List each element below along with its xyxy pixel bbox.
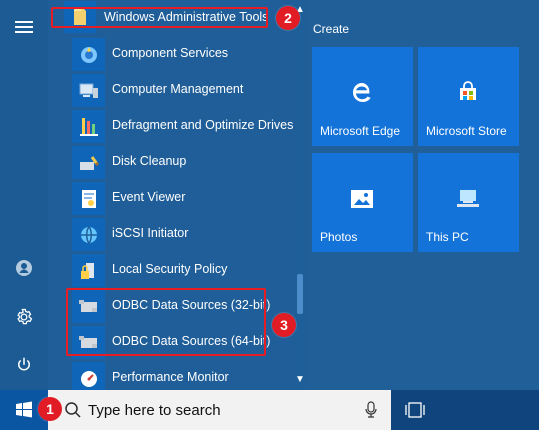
disk-cleanup-item[interactable]: Disk Cleanup — [48, 144, 294, 180]
event-viewer-item[interactable]: Event Viewer — [48, 180, 294, 216]
microsoft-edge-tile[interactable]: Microsoft Edge — [312, 47, 413, 146]
taskbar-search-box[interactable]: Type here to search — [48, 390, 391, 430]
power-button[interactable] — [0, 344, 48, 386]
task-view-icon — [405, 402, 425, 418]
component-services-icon — [72, 38, 105, 71]
power-icon — [18, 357, 30, 371]
tiles-section-title: Create — [313, 22, 350, 36]
windows-administrative-tools-label: Windows Administrative Tools — [104, 10, 269, 24]
local-security-policy-label: Local Security Policy — [112, 262, 228, 276]
hamburger-icon — [15, 21, 33, 33]
microsoft-store-label: Microsoft Store — [426, 124, 507, 138]
photos-icon — [346, 183, 378, 215]
defragment-icon — [72, 110, 105, 143]
disk-cleanup-label: Disk Cleanup — [112, 154, 187, 168]
component-services-item[interactable]: Component Services — [48, 36, 294, 72]
event-viewer-label: Event Viewer — [112, 190, 186, 204]
scroll-thumb[interactable] — [297, 274, 303, 314]
scroll-down-icon[interactable]: ▼ — [294, 374, 306, 386]
disk-cleanup-icon — [72, 146, 105, 179]
defragment-and-optimize-drives-item[interactable]: Defragment and Optimize Drives — [48, 108, 294, 144]
odbc-data-sources-32-bit-label: ODBC Data Sources (32-bit) — [112, 298, 271, 312]
computer-management-icon — [72, 74, 105, 107]
computer-management-item[interactable]: Computer Management — [48, 72, 294, 108]
photos-tile[interactable]: Photos — [312, 153, 413, 252]
gear-icon — [17, 308, 33, 325]
start-menu-left-rail — [0, 0, 48, 390]
app-list-scrollbar[interactable]: ▲ ▼ — [294, 0, 306, 390]
search-placeholder[interactable]: Type here to search — [88, 402, 221, 419]
expand-menu-button[interactable] — [0, 6, 48, 48]
user-account-button[interactable] — [0, 247, 48, 289]
microsoft-store-tile[interactable]: Microsoft Store — [418, 47, 519, 146]
user-icon — [16, 260, 32, 276]
microphone-icon[interactable] — [364, 401, 378, 419]
search-icon — [65, 402, 81, 418]
odbc-data-sources-32-bit-item[interactable]: ODBC Data Sources (32-bit) — [48, 288, 294, 324]
computer-management-label: Computer Management — [112, 82, 244, 96]
windows-administrative-tools-folder[interactable]: Windows Administrative Tools — [48, 0, 294, 36]
performance-monitor-icon — [72, 362, 105, 390]
performance-monitor-item[interactable]: Performance Monitor — [48, 360, 294, 390]
odbc-data-sources-64-bit-label: ODBC Data Sources (64-bit) — [112, 334, 271, 348]
odbc-icon — [72, 326, 105, 359]
security-policy-icon — [72, 254, 105, 287]
task-view-button[interactable] — [391, 390, 439, 430]
odbc-data-sources-64-bit-item[interactable]: ODBC Data Sources (64-bit) — [48, 324, 294, 360]
defragment-and-optimize-drives-label: Defragment and Optimize Drives — [112, 118, 294, 132]
microsoft-edge-label: Microsoft Edge — [320, 124, 401, 138]
annotation-badge-2: 2 — [276, 6, 300, 30]
taskbar: Type here to search — [0, 390, 539, 430]
iscsi-initiator-label: iSCSI Initiator — [112, 226, 189, 240]
store-icon — [452, 77, 484, 109]
event-viewer-icon — [72, 182, 105, 215]
component-services-label: Component Services — [112, 46, 229, 60]
iscsi-icon — [72, 218, 105, 251]
annotation-badge-1: 1 — [38, 397, 62, 421]
photos-label: Photos — [320, 230, 358, 244]
pc-icon — [452, 183, 484, 215]
app-list: Windows Administrative Tools Component S… — [48, 0, 294, 390]
windows-logo-icon — [16, 401, 32, 418]
this-pc-label: This PC — [426, 230, 469, 244]
folder-icon — [64, 1, 96, 33]
local-security-policy-item[interactable]: Local Security Policy — [48, 252, 294, 288]
performance-monitor-label: Performance Monitor — [112, 370, 229, 384]
iscsi-initiator-item[interactable]: iSCSI Initiator — [48, 216, 294, 252]
annotation-badge-3: 3 — [272, 313, 296, 337]
edge-icon — [346, 77, 378, 109]
this-pc-tile[interactable]: This PC — [418, 153, 519, 252]
odbc-icon — [72, 290, 105, 323]
live-tiles-pane: Create Microsoft Edge Microsoft Store Ph… — [306, 0, 539, 390]
settings-button[interactable] — [0, 296, 48, 338]
